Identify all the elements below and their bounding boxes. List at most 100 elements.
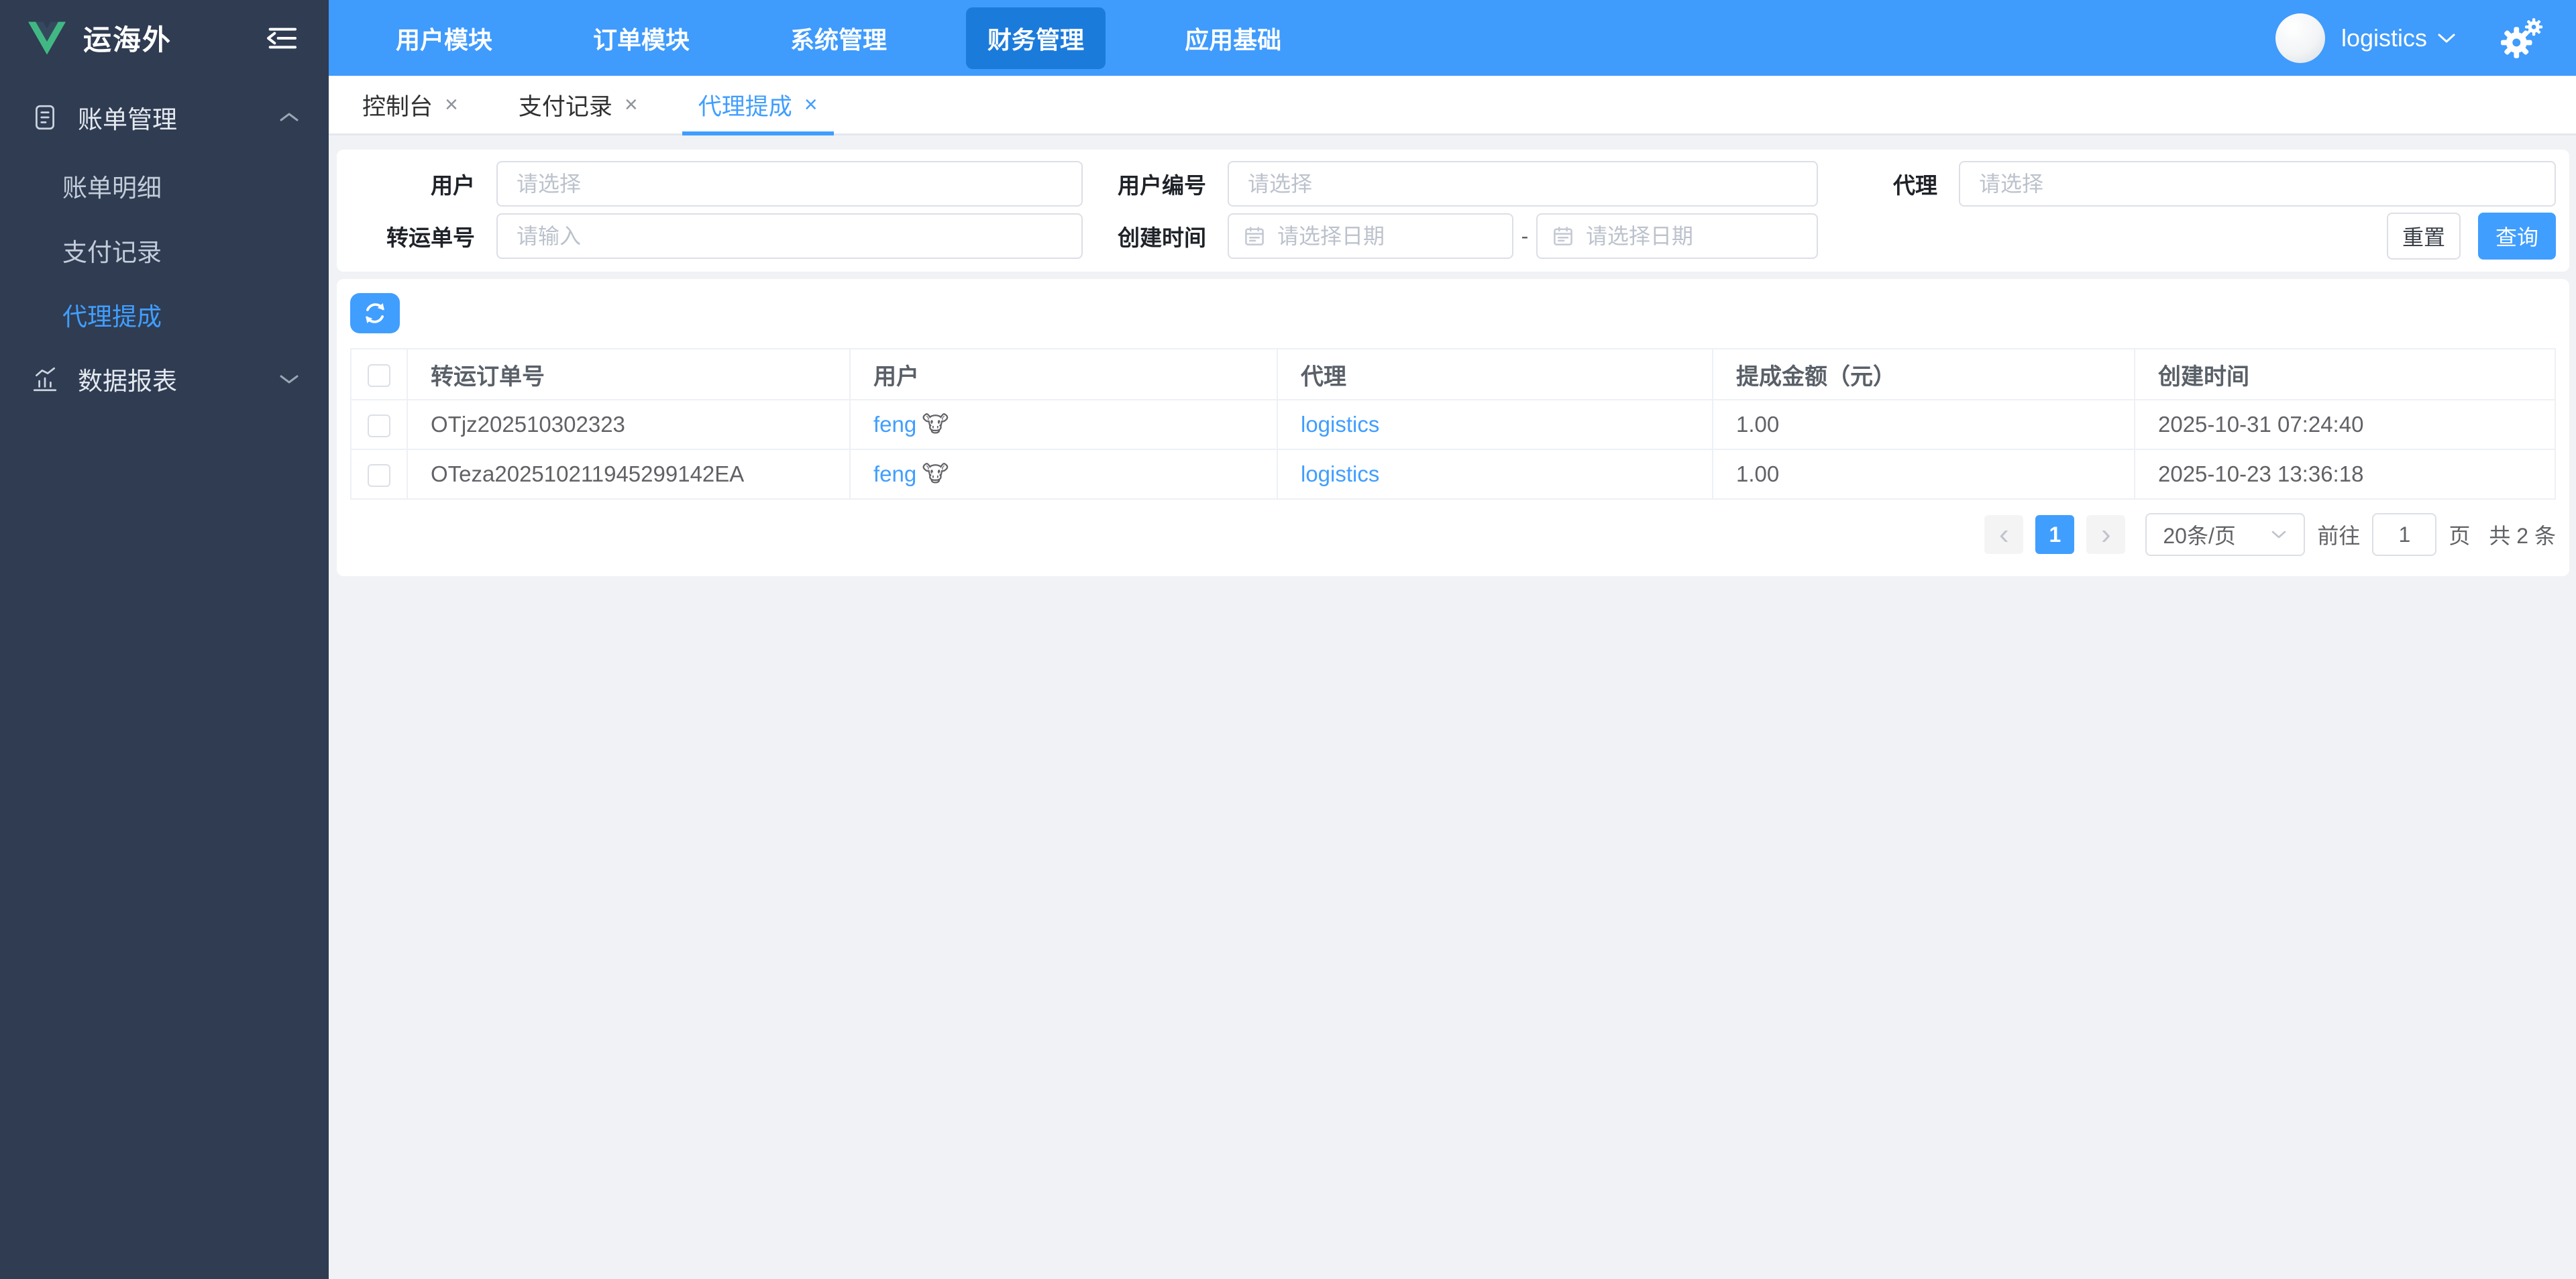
agent-link[interactable]: logistics — [1301, 461, 1379, 486]
refresh-icon — [362, 300, 388, 327]
avatar[interactable] — [2275, 13, 2325, 63]
user-link[interactable]: feng — [873, 412, 916, 437]
nav-item-user-module[interactable]: 用户模块 — [374, 7, 514, 69]
date-start-picker[interactable] — [1228, 213, 1513, 259]
nav-item-app-basics[interactable]: 应用基础 — [1163, 7, 1303, 69]
order-no-cell: OTjz202510302323 — [407, 399, 851, 450]
user-menu[interactable]: logistics — [2275, 13, 2544, 63]
date-end-picker[interactable] — [1536, 213, 1818, 259]
tab-label: 控制台 — [362, 93, 433, 120]
column-header-order-no: 转运订单号 — [407, 348, 851, 400]
agent-link[interactable]: logistics — [1301, 412, 1379, 437]
filter-panel: 用户 用户编号 代理 转运单号 创建时间 — [337, 150, 2569, 272]
row-checkbox[interactable] — [368, 414, 390, 438]
select-all-checkbox[interactable] — [368, 364, 390, 387]
nav-item-order-module[interactable]: 订单模块 — [572, 7, 711, 69]
tab-label: 支付记录 — [518, 93, 612, 120]
table-row: OTjz202510302323 feng 🐮 logistics 1.00 20… — [350, 399, 2556, 450]
column-header-user: 用户 — [849, 348, 1278, 400]
amount-cell: 1.00 — [1712, 449, 2135, 500]
brand-logo-icon — [28, 21, 66, 55]
agent-label: 代理 — [1893, 173, 1937, 198]
sidebar-item-payment-records[interactable]: 支付记录 — [0, 218, 329, 282]
created-time-label: 创建时间 — [1118, 225, 1206, 250]
sidebar-item-label: 代理提成 — [62, 303, 162, 331]
prev-page-button[interactable]: ‹ — [1984, 515, 2024, 554]
chevron-down-icon — [278, 372, 301, 386]
user-cell: feng 🐮 — [849, 399, 1278, 450]
order-no-cell: OTeza202510211945299142EA — [407, 449, 851, 500]
agent-cell: logistics — [1277, 449, 1713, 500]
order-no-label: 转运单号 — [386, 225, 475, 250]
page-size-value: 20条/页 — [2163, 524, 2236, 548]
calendar-icon — [1552, 225, 1574, 247]
sidebar-group-data-reports[interactable]: 数据报表 — [0, 347, 329, 411]
top-nav-items: 用户模块 订单模块 系统管理 财务管理 应用基础 — [374, 7, 1360, 69]
agent-cell: logistics — [1277, 399, 1713, 450]
pagination: ‹ 1 › 20条/页 前往 页 共 2 条 — [350, 513, 2556, 556]
tab-payment-records[interactable]: 支付记录 × — [502, 76, 654, 133]
table-row: OTeza202510211945299142EA feng 🐮 logistic… — [350, 449, 2556, 500]
created-cell: 2025-10-23 13:36:18 — [2134, 449, 2556, 500]
settings-gears-icon[interactable] — [2500, 17, 2544, 59]
nav-item-system-management[interactable]: 系统管理 — [769, 7, 908, 69]
nav-item-finance-management[interactable]: 财务管理 — [966, 7, 1106, 69]
next-page-button[interactable]: › — [2086, 515, 2126, 554]
reset-button[interactable]: 重置 — [2387, 213, 2461, 260]
sidebar-group-label: 数据报表 — [78, 368, 177, 395]
user-select[interactable] — [496, 161, 1083, 207]
total-count: 共 2 条 — [2489, 524, 2556, 548]
filter-row-2: 转运单号 创建时间 - — [350, 213, 2556, 260]
page-number-1[interactable]: 1 — [2035, 515, 2075, 554]
date-separator: - — [1521, 223, 1529, 248]
user-no-label: 用户编号 — [1118, 173, 1206, 198]
chevron-down-icon — [2436, 32, 2457, 45]
column-header-amount: 提成金额（元） — [1712, 348, 2135, 400]
date-start-input[interactable] — [1277, 223, 1497, 249]
page-suffix: 页 — [2449, 524, 2471, 548]
sidebar-item-label: 账单明细 — [62, 174, 162, 202]
table-panel: 转运订单号 用户 代理 提成金额（元） 创建时间 OTjz20251030232… — [337, 279, 2569, 576]
sidebar-collapse-icon[interactable] — [266, 25, 298, 52]
bill-icon — [31, 103, 59, 131]
cow-emoji: 🐮 — [922, 461, 949, 487]
tab-agent-commission[interactable]: 代理提成 × — [682, 76, 834, 135]
sidebar-item-agent-commission[interactable]: 代理提成 — [0, 282, 329, 347]
user-no-select[interactable] — [1228, 161, 1818, 207]
column-header-agent: 代理 — [1277, 348, 1713, 400]
sidebar: 运海外 账单管理 账单明细 支付记录 代理提成 数据报表 — [0, 0, 329, 1279]
tab-console[interactable]: 控制台 × — [346, 76, 474, 133]
chevron-down-icon — [2270, 529, 2288, 540]
cow-emoji: 🐮 — [922, 412, 949, 437]
tab-label: 代理提成 — [698, 93, 792, 120]
goto-page-input[interactable] — [2372, 513, 2437, 556]
page-size-select[interactable]: 20条/页 — [2145, 513, 2306, 556]
user-link[interactable]: feng — [873, 461, 916, 486]
tab-bar: 控制台 × 支付记录 × 代理提成 × — [329, 76, 2576, 135]
agent-select[interactable] — [1959, 161, 2556, 207]
sidebar-group-label: 账单管理 — [78, 106, 177, 133]
chevron-up-icon — [278, 110, 301, 125]
filter-row-1: 用户 用户编号 代理 — [350, 161, 2556, 207]
user-cell: feng 🐮 — [849, 449, 1278, 500]
top-navbar: 用户模块 订单模块 系统管理 财务管理 应用基础 logistics — [329, 0, 2576, 76]
logo-row: 运海外 — [0, 0, 329, 76]
sidebar-item-bill-detail[interactable]: 账单明细 — [0, 154, 329, 218]
goto-label: 前往 — [2317, 524, 2361, 548]
username: logistics — [2341, 23, 2427, 52]
sidebar-group-bill-management[interactable]: 账单管理 — [0, 81, 329, 154]
order-no-input[interactable] — [496, 213, 1083, 259]
row-checkbox[interactable] — [368, 464, 390, 488]
refresh-button[interactable] — [350, 293, 400, 333]
close-icon[interactable]: × — [804, 93, 818, 116]
search-button[interactable]: 查询 — [2478, 213, 2556, 260]
chart-icon — [31, 365, 59, 393]
table-header-row: 转运订单号 用户 代理 提成金额（元） 创建时间 — [350, 348, 2556, 400]
app-title: 运海外 — [83, 24, 172, 56]
main-area: 用户模块 订单模块 系统管理 财务管理 应用基础 logistics 控制台 ×… — [329, 0, 2576, 1279]
created-cell: 2025-10-31 07:24:40 — [2134, 399, 2556, 450]
close-icon[interactable]: × — [445, 93, 458, 116]
close-icon[interactable]: × — [625, 93, 638, 116]
commission-table: 转运订单号 用户 代理 提成金额（元） 创建时间 OTjz20251030232… — [350, 348, 2556, 500]
date-end-input[interactable] — [1586, 223, 1802, 249]
